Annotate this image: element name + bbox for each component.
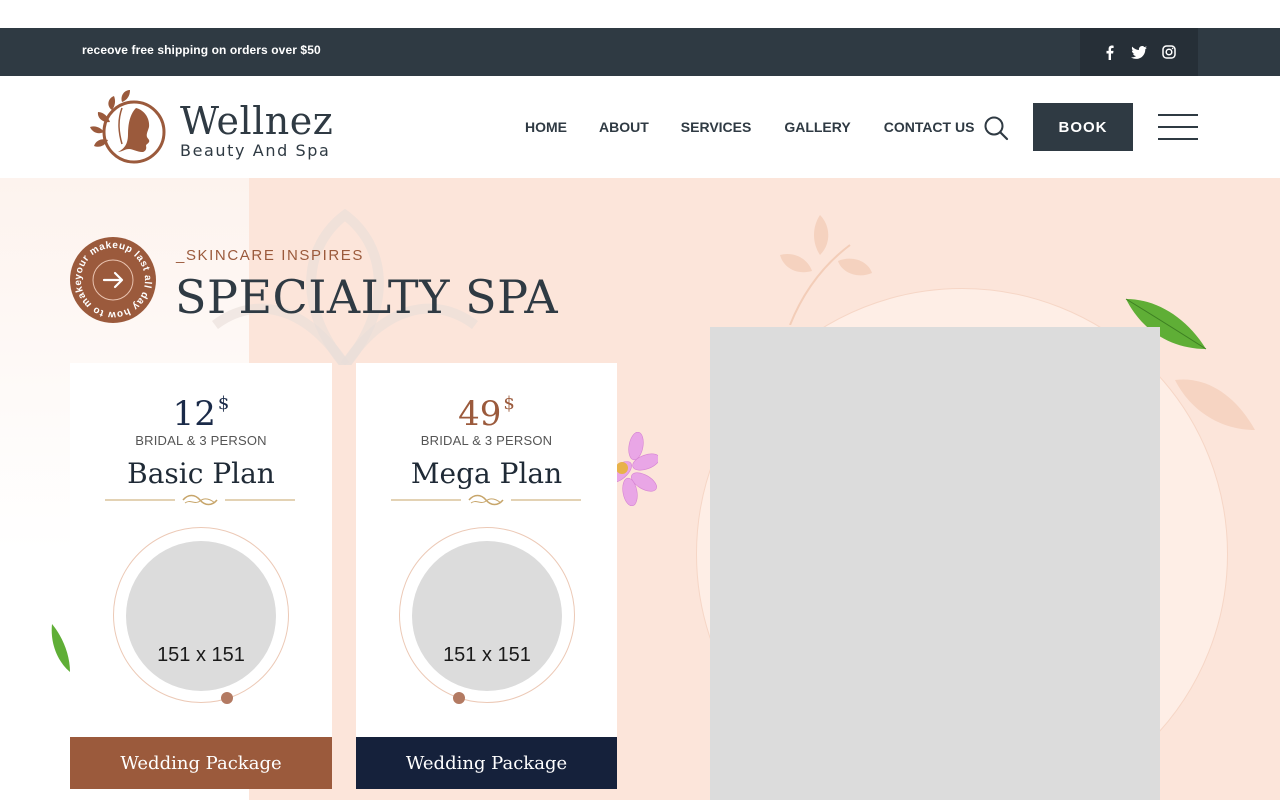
twitter-icon[interactable] [1131, 44, 1147, 60]
instagram-icon[interactable] [1161, 44, 1177, 60]
brand-logo[interactable]: Wellnez Beauty And Spa [82, 88, 333, 168]
faded-leaf-icon [1175, 379, 1255, 430]
wedding-package-button[interactable]: Wedding Package [356, 737, 617, 789]
ornament-divider-icon [391, 494, 581, 506]
plan-price: 49 $ [356, 393, 617, 434]
social-links [1080, 28, 1198, 76]
ring-dot [221, 692, 233, 704]
pricing-card-basic: 12 $ BRIDAL & 3 PERSON Basic Plan 151 x 1… [70, 363, 332, 789]
nav-gallery[interactable]: GALLERY [784, 119, 850, 135]
green-leaf-icon [51, 624, 70, 672]
plan-image-placeholder: 151 x 151 [126, 541, 276, 691]
faded-leaf-icon [780, 215, 872, 325]
top-bar: receove free shipping on orders over $50 [0, 28, 1280, 76]
site-header: Wellnez Beauty And Spa HOME ABOUT SERVIC… [0, 76, 1280, 178]
nav-about[interactable]: ABOUT [599, 119, 649, 135]
promo-text: receove free shipping on orders over $50 [82, 43, 321, 57]
book-button[interactable]: BOOK [1033, 103, 1133, 151]
ring-dot [453, 692, 465, 704]
plan-name: Mega Plan [410, 457, 563, 490]
plan-name: Basic Plan [127, 457, 275, 490]
plan-image-placeholder: 151 x 151 [412, 541, 562, 691]
brand-tagline: Beauty And Spa [180, 140, 331, 160]
ornament-divider-icon [105, 494, 295, 506]
page: receove free shipping on orders over $50 [0, 0, 1280, 800]
plan-subtitle: BRIDAL & 3 PERSON [135, 433, 267, 448]
hamburger-menu-icon[interactable] [1158, 114, 1198, 140]
pricing-card-mega: 49 $ BRIDAL & 3 PERSON Mega Plan 151 x 15… [356, 363, 617, 789]
hero-title: SPECIALTY SPA [175, 270, 559, 324]
plan-price: 12 $ [70, 393, 332, 434]
search-icon[interactable] [983, 115, 1009, 141]
wedding-package-button[interactable]: Wedding Package [70, 737, 332, 789]
price-currency: $ [503, 393, 515, 414]
plan-subtitle: BRIDAL & 3 PERSON [420, 433, 553, 448]
nav-contact-us[interactable]: CONTACT US [884, 119, 975, 135]
hero-eyebrow: _SKINCARE INSPIRES [176, 247, 365, 264]
main-nav: HOME ABOUT SERVICES GALLERY CONTACT US [525, 119, 974, 135]
price-currency: $ [217, 393, 230, 414]
logo-face-icon [90, 90, 166, 164]
facebook-icon[interactable] [1101, 44, 1117, 60]
price-value: 12 [172, 394, 216, 434]
brand-name: Wellnez [180, 98, 334, 143]
nav-home[interactable]: HOME [525, 119, 567, 135]
nav-services[interactable]: SERVICES [681, 119, 752, 135]
rotating-text-badge[interactable]: your makeup last all day how to make [70, 237, 156, 323]
hero-image-placeholder [710, 327, 1160, 800]
price-value: 49 [458, 394, 502, 434]
